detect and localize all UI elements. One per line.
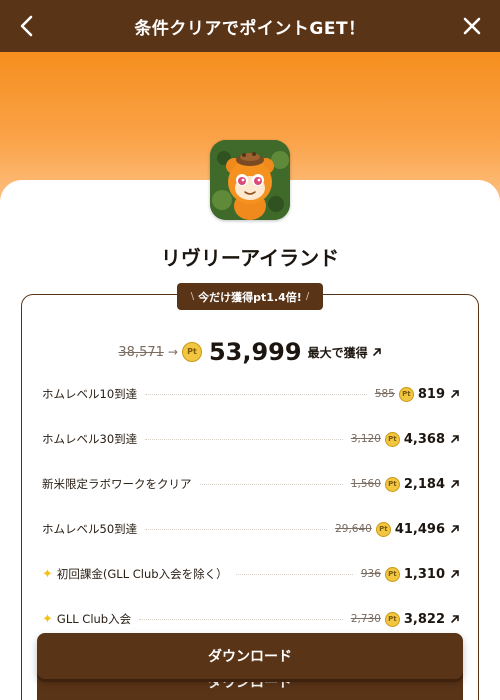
badge-right-mark: / bbox=[305, 291, 310, 302]
point-coin-icon: Pt bbox=[384, 566, 400, 582]
app-mascot-image bbox=[210, 140, 290, 220]
task-label: ホムレベル10到達 bbox=[42, 386, 137, 402]
task-points: 1,310 bbox=[403, 566, 445, 582]
task-row[interactable]: ホムレベル10到達 585 Pt 819 bbox=[42, 383, 460, 405]
arrow-up-right-icon bbox=[372, 348, 381, 356]
task-points: 4,368 bbox=[403, 431, 445, 447]
chevron-left-icon[interactable] bbox=[14, 12, 42, 40]
sparkle-icon: ✦ bbox=[42, 611, 53, 627]
task-row[interactable]: ホムレベル30到達 3,120 Pt 4,368 bbox=[42, 428, 460, 450]
dotted-leader bbox=[199, 483, 343, 485]
download-button[interactable]: ダウンロード bbox=[37, 633, 463, 679]
task-row[interactable]: ✦ 初回課金(GLL Club入会を除く） 936 Pt 1,310 bbox=[42, 563, 460, 585]
task-row[interactable]: ホムレベル50到達 29,640 Pt 41,496 bbox=[42, 518, 460, 540]
task-old-points: 1,560 bbox=[350, 478, 381, 490]
arrow-up-right-icon bbox=[451, 480, 459, 488]
task-points: 3,822 bbox=[403, 611, 445, 627]
task-old-points: 29,640 bbox=[335, 523, 372, 535]
dotted-leader bbox=[139, 618, 343, 620]
task-points: 41,496 bbox=[394, 521, 445, 537]
point-coin-icon: Pt bbox=[384, 611, 400, 627]
task-old-points: 585 bbox=[374, 388, 395, 400]
header-bar: 条件クリアでポイントGET！ bbox=[0, 0, 500, 52]
app-name: リヴリーアイランド bbox=[160, 246, 340, 270]
arrow-up-right-icon bbox=[451, 390, 459, 398]
point-coin-icon: Pt bbox=[384, 431, 400, 447]
task-label-text: ホムレベル10到達 bbox=[42, 387, 138, 401]
close-icon[interactable] bbox=[458, 12, 486, 40]
badge-left-mark: \ bbox=[190, 291, 195, 302]
point-coin-icon: Pt bbox=[375, 521, 391, 537]
task-label-text: GLL Club入会 bbox=[56, 612, 132, 626]
total-old-points: 38,571 bbox=[118, 344, 164, 360]
task-label: ✦ 初回課金(GLL Club入会を除く） bbox=[42, 566, 228, 582]
task-points: 2,184 bbox=[403, 476, 445, 492]
page-title: 条件クリアでポイントGET！ bbox=[134, 18, 366, 39]
task-label: 新米限定ラボワークをクリア bbox=[42, 476, 192, 492]
task-label-text: ホムレベル30到達 bbox=[42, 432, 138, 446]
task-row[interactable]: 新米限定ラボワークをクリア 1,560 Pt 2,184 bbox=[42, 473, 460, 495]
task-label-text: ホムレベル50到達 bbox=[42, 522, 138, 536]
task-points: 819 bbox=[417, 386, 445, 402]
task-label: ホムレベル50到達 bbox=[42, 521, 137, 537]
point-coin-icon: Pt bbox=[384, 476, 400, 492]
arrow-up-right-icon bbox=[451, 570, 459, 578]
task-old-points: 936 bbox=[360, 568, 381, 580]
task-label-text: 初回課金(GLL Club入会を除く） bbox=[56, 567, 228, 581]
badge-text: 今だけ獲得pt1.4倍! bbox=[198, 290, 302, 304]
arrow-up-right-icon bbox=[451, 435, 459, 443]
point-coin-icon: Pt bbox=[181, 342, 202, 362]
task-label: ✦ GLL Club入会 bbox=[42, 611, 131, 627]
dotted-leader bbox=[145, 393, 367, 395]
task-label-text: 新米限定ラボワークをクリア bbox=[42, 477, 192, 491]
dotted-leader bbox=[145, 528, 328, 530]
right-arrow-icon: → bbox=[167, 345, 178, 359]
dotted-leader bbox=[145, 438, 343, 440]
total-points: 38,571 → Pt 53,999 最大で獲得 bbox=[0, 336, 500, 368]
app-icon bbox=[210, 140, 290, 220]
total-suffix: 最大で獲得 bbox=[307, 345, 368, 360]
arrow-up-right-icon bbox=[451, 615, 459, 623]
task-old-points: 2,730 bbox=[350, 613, 381, 625]
dotted-leader bbox=[235, 573, 353, 575]
task-label: ホムレベル30到達 bbox=[42, 431, 137, 447]
arrow-up-right-icon bbox=[451, 525, 459, 533]
total-new-points: 53,999 bbox=[208, 338, 302, 366]
bonus-badge: \ 今だけ獲得pt1.4倍! / bbox=[177, 283, 323, 310]
point-coin-icon: Pt bbox=[398, 386, 414, 402]
task-row[interactable]: ✦ GLL Club入会 2,730 Pt 3,822 bbox=[42, 608, 460, 630]
sparkle-icon: ✦ bbox=[42, 566, 53, 582]
task-old-points: 3,120 bbox=[350, 433, 381, 445]
